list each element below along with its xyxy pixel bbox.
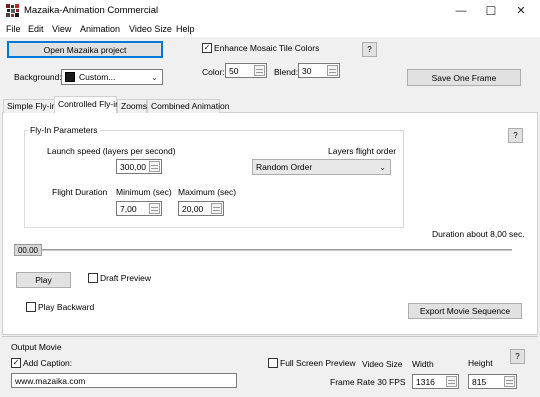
output-movie-label: Output Movie — [11, 342, 62, 352]
help-button-top[interactable]: ? — [362, 42, 377, 57]
video-size-label: Video Size — [362, 359, 403, 369]
tab-controlled-flyin[interactable]: Controlled Fly-in — [54, 96, 120, 113]
help-button-output[interactable]: ? — [510, 349, 525, 364]
add-caption-checkbox[interactable]: ✓ — [11, 358, 21, 368]
full-screen-label: Full Screen Preview — [280, 358, 356, 368]
duration-text: Duration about 8,00 sec. — [432, 229, 525, 239]
maximum-label: Maximum (sec) — [178, 187, 237, 197]
launch-speed-label: Launch speed (layers per second) — [47, 146, 176, 156]
open-project-button[interactable]: Open Mazaika project — [7, 41, 163, 58]
flight-order-label: Layers flight order — [328, 146, 397, 156]
height-label: Height — [468, 358, 493, 368]
draft-preview-label: Draft Preview — [100, 273, 152, 283]
width-label: Width — [412, 359, 434, 369]
app-icon — [6, 4, 19, 17]
launch-speed-spinner[interactable]: 300,00 — [116, 159, 162, 174]
color-spinner[interactable]: 50 — [225, 63, 267, 78]
width-spinner[interactable]: 1316 — [412, 374, 459, 389]
tab-combined-animation[interactable]: Combined Animation — [147, 99, 229, 113]
chevron-down-icon: ⌄ — [151, 73, 158, 82]
blend-label: Blend: — [274, 67, 299, 77]
blend-spinner[interactable]: 30 — [298, 63, 340, 78]
menu-animation[interactable]: Animation — [77, 23, 123, 35]
checkmark-icon: ✓ — [12, 358, 20, 367]
draft-preview-checkbox[interactable] — [88, 273, 98, 283]
maximum-value: 20,00 — [182, 203, 204, 214]
maximum-spin-icon[interactable] — [211, 203, 222, 214]
color-value: 50 — [229, 65, 239, 76]
width-spin-icon[interactable] — [446, 376, 457, 387]
play-backward-label: Play Backward — [38, 302, 95, 312]
add-caption-label: Add Caption: — [23, 358, 73, 368]
flight-order-select[interactable]: Random Order ⌄ — [252, 159, 391, 175]
output-divider — [2, 336, 538, 337]
height-spinner[interactable]: 815 — [468, 374, 517, 389]
caption-input[interactable]: www.mazaika.com — [11, 373, 237, 388]
minimize-button[interactable]: — — [450, 3, 472, 19]
background-color-swatch — [65, 72, 75, 82]
color-spin-icon[interactable] — [254, 65, 265, 76]
minimum-spin-icon[interactable] — [149, 203, 160, 214]
play-button[interactable]: Play — [16, 272, 71, 288]
blend-value: 30 — [302, 65, 312, 76]
height-spin-icon[interactable] — [504, 376, 515, 387]
flyin-group-title: Fly-In Parameters — [28, 125, 100, 135]
menu-edit[interactable]: Edit — [25, 23, 47, 35]
minimum-label: Minimum (sec) — [116, 187, 172, 197]
background-label: Background: — [14, 72, 62, 82]
blend-spin-icon[interactable] — [327, 65, 338, 76]
full-screen-checkbox[interactable] — [268, 358, 278, 368]
minimum-spinner[interactable]: 7,00 — [116, 201, 162, 216]
chevron-down-icon: ⌄ — [379, 163, 386, 172]
height-value: 815 — [472, 376, 487, 387]
checkmark-icon: ✓ — [203, 43, 211, 52]
tab-zooms[interactable]: Zooms — [117, 99, 147, 113]
background-select[interactable]: Custom... ⌄ — [61, 69, 163, 85]
menu-help[interactable]: Help — [173, 23, 198, 35]
width-value: 1316 — [416, 376, 435, 387]
flight-duration-label: Flight Duration — [52, 187, 108, 197]
title-bar: Mazaika-Animation Commercial — ☐ ✕ — [0, 0, 540, 22]
close-button[interactable]: ✕ — [510, 3, 532, 19]
tab-simple-flyin[interactable]: Simple Fly-in — [3, 99, 56, 113]
timeline-thumb[interactable]: 00.00 — [14, 244, 42, 256]
frame-rate-label: Frame Rate 30 FPS — [330, 377, 406, 387]
maximize-button[interactable]: ☐ — [480, 3, 502, 19]
minimum-value: 7,00 — [120, 203, 137, 214]
launch-speed-value: 300,00 — [120, 161, 146, 172]
menu-video-size[interactable]: Video Size — [126, 23, 175, 35]
enhance-checkbox[interactable]: ✓ — [202, 43, 212, 53]
export-movie-button[interactable]: Export Movie Sequence — [408, 303, 522, 319]
menu-file[interactable]: File — [3, 23, 24, 35]
menu-bar: File Edit View Animation Video Size Help — [0, 22, 540, 37]
menu-view[interactable]: View — [49, 23, 74, 35]
window-title: Mazaika-Animation Commercial — [24, 5, 159, 16]
help-button-panel[interactable]: ? — [508, 128, 523, 143]
color-label: Color: — [202, 67, 225, 77]
flight-order-value: Random Order — [256, 162, 313, 172]
background-value: Custom... — [79, 72, 116, 82]
launch-spin-icon[interactable] — [149, 161, 160, 172]
save-frame-button[interactable]: Save One Frame — [407, 69, 521, 86]
timeline-track[interactable] — [14, 249, 512, 251]
enhance-label: Enhance Mosaic Tile Colors — [214, 43, 320, 53]
play-backward-checkbox[interactable] — [26, 302, 36, 312]
maximum-spinner[interactable]: 20,00 — [178, 201, 224, 216]
